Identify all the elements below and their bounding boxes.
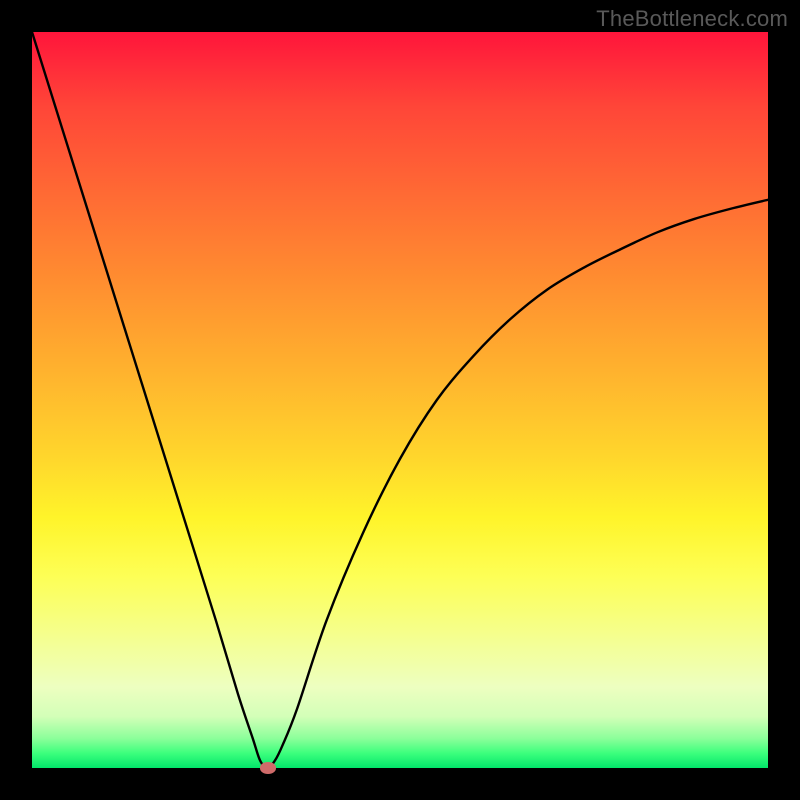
bottleneck-curve xyxy=(32,32,768,768)
chart-frame: TheBottleneck.com xyxy=(0,0,800,800)
minimum-marker xyxy=(260,762,276,773)
plot-area xyxy=(32,32,768,768)
watermark-text: TheBottleneck.com xyxy=(596,6,788,32)
